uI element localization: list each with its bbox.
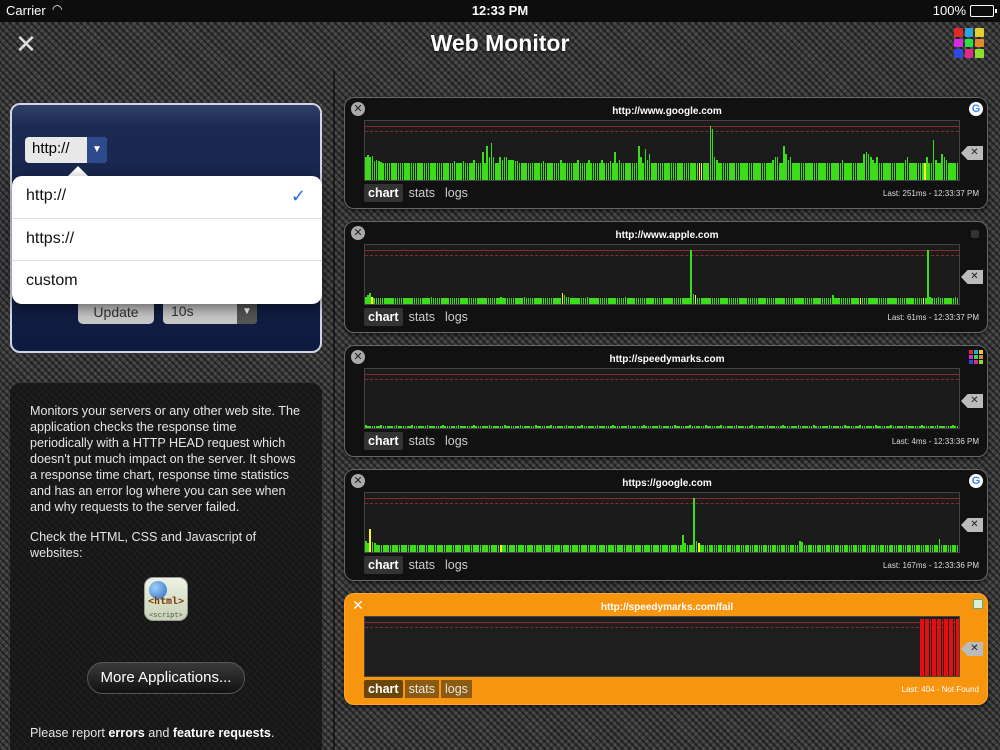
protocol-option-http[interactable]: http:// ✓ bbox=[12, 176, 322, 219]
chevron-down-icon: ▼ bbox=[87, 137, 107, 163]
google-favicon-icon: G bbox=[969, 102, 983, 116]
status-bar: Carrier ◠ 12:33 PM 100% bbox=[0, 0, 1000, 22]
chart-bar bbox=[958, 619, 959, 676]
app-grid-icon[interactable] bbox=[954, 28, 984, 58]
protocol-option-https[interactable]: https:// bbox=[12, 219, 322, 262]
last-response-status: Last: 251ms - 12:33:37 PM bbox=[882, 189, 979, 198]
interval-value: 10s bbox=[171, 303, 194, 319]
monitor-url: http://www.apple.com bbox=[615, 230, 719, 241]
app-description: Monitors your servers or any other web s… bbox=[30, 404, 300, 514]
nav-bar: ✕ Web Monitor bbox=[0, 22, 1000, 70]
info-panel: Monitors your servers or any other web s… bbox=[10, 383, 322, 750]
chart-bar bbox=[958, 425, 959, 428]
protocol-popover: http:// ✓ https:// custom bbox=[12, 176, 322, 304]
tab-stats[interactable]: stats bbox=[405, 432, 439, 450]
tab-chart[interactable]: chart bbox=[364, 432, 403, 450]
battery-percentage: 100% bbox=[932, 3, 966, 18]
tab-stats[interactable]: stats bbox=[404, 680, 439, 698]
clear-chart-icon[interactable]: ✕ bbox=[961, 518, 983, 532]
monitor-card[interactable]: ✕ http://www.apple.com ✕ chart stats logs Last… bbox=[344, 221, 988, 333]
last-response-status: Last: 4ms - 12:33:36 PM bbox=[891, 437, 979, 446]
protocol-value: http:// bbox=[32, 140, 70, 157]
monitor-card[interactable]: ✕ http://www.google.com G ✕ chart stats logs La… bbox=[344, 97, 988, 209]
tab-logs[interactable]: logs bbox=[440, 680, 472, 698]
checkmark-icon: ✓ bbox=[290, 186, 306, 206]
check-sites-text: Check the HTML, CSS and Javascript of we… bbox=[30, 530, 257, 560]
tab-stats[interactable]: stats bbox=[405, 184, 439, 202]
chart-bar bbox=[927, 249, 929, 304]
tab-chart[interactable]: chart bbox=[364, 680, 403, 698]
monitor-url: http://speedymarks.com bbox=[609, 354, 725, 365]
last-response-status: Last: 167ms - 12:33:36 PM bbox=[882, 561, 979, 570]
feature-requests-link[interactable]: feature requests bbox=[173, 726, 271, 740]
response-time-chart bbox=[364, 120, 960, 181]
response-time-chart bbox=[364, 244, 960, 305]
monitor-url: http://speedymarks.com/fail bbox=[600, 602, 734, 613]
monitor-tabs: chart stats logs bbox=[364, 184, 472, 202]
apple-favicon-icon bbox=[971, 230, 979, 238]
protocol-select[interactable]: http:// ▼ bbox=[25, 137, 107, 163]
tab-logs[interactable]: logs bbox=[441, 556, 472, 574]
response-time-chart bbox=[364, 368, 960, 429]
tab-stats[interactable]: stats bbox=[405, 308, 439, 326]
errors-link[interactable]: errors bbox=[108, 726, 144, 740]
tab-logs[interactable]: logs bbox=[441, 308, 472, 326]
protocol-option-custom[interactable]: custom bbox=[12, 261, 322, 304]
last-response-status: Last: 404 - Not Found bbox=[901, 685, 979, 694]
clear-chart-icon[interactable]: ✕ bbox=[961, 642, 983, 656]
monitor-card[interactable]: ✕ http://speedymarks.com ✕ chart stats logs La… bbox=[344, 345, 988, 457]
clock: 12:33 PM bbox=[471, 3, 529, 18]
response-time-chart bbox=[364, 492, 960, 553]
tab-logs[interactable]: logs bbox=[441, 432, 472, 450]
last-response-status: Last: 61ms - 12:33:37 PM bbox=[887, 313, 979, 322]
monitor-url: https://google.com bbox=[622, 478, 712, 489]
monitor-tabs: chart stats logs bbox=[364, 308, 472, 326]
popover-arrow bbox=[68, 166, 88, 176]
monitor-tabs: chart stats logs bbox=[364, 680, 472, 698]
clear-chart-icon[interactable]: ✕ bbox=[961, 146, 983, 160]
monitor-url: http://www.google.com bbox=[612, 106, 722, 117]
response-time-chart bbox=[364, 616, 960, 677]
chart-bar bbox=[958, 298, 959, 304]
google-favicon-icon: G bbox=[969, 474, 983, 488]
monitor-card[interactable]: ✕ https://google.com G ✕ chart stats logs Last:… bbox=[344, 469, 988, 581]
battery-icon bbox=[970, 5, 997, 17]
speedymarks-favicon-icon bbox=[969, 350, 983, 364]
tab-logs[interactable]: logs bbox=[441, 184, 472, 202]
tab-chart[interactable]: chart bbox=[364, 184, 403, 202]
tab-chart[interactable]: chart bbox=[364, 556, 403, 574]
page-title: Web Monitor bbox=[430, 30, 570, 56]
chart-bar bbox=[958, 162, 959, 180]
monitor-tabs: chart stats logs bbox=[364, 556, 472, 574]
tab-stats[interactable]: stats bbox=[405, 556, 439, 574]
clear-chart-icon[interactable]: ✕ bbox=[961, 270, 983, 284]
image-favicon-icon bbox=[973, 599, 983, 609]
tab-chart[interactable]: chart bbox=[364, 308, 403, 326]
report-text: Please report errors and feature request… bbox=[30, 726, 275, 740]
chart-bar bbox=[958, 545, 959, 552]
form-header bbox=[12, 105, 320, 127]
monitor-card[interactable]: ✕ http://speedymarks.com/fail ✕ chart stats l… bbox=[344, 593, 988, 705]
clear-chart-icon[interactable]: ✕ bbox=[961, 394, 983, 408]
more-applications-button[interactable]: More Applications... bbox=[87, 662, 245, 694]
monitor-tabs: chart stats logs bbox=[364, 432, 472, 450]
panel-divider bbox=[333, 70, 335, 750]
html-source-app-icon[interactable]: <html> <script> bbox=[144, 577, 188, 621]
